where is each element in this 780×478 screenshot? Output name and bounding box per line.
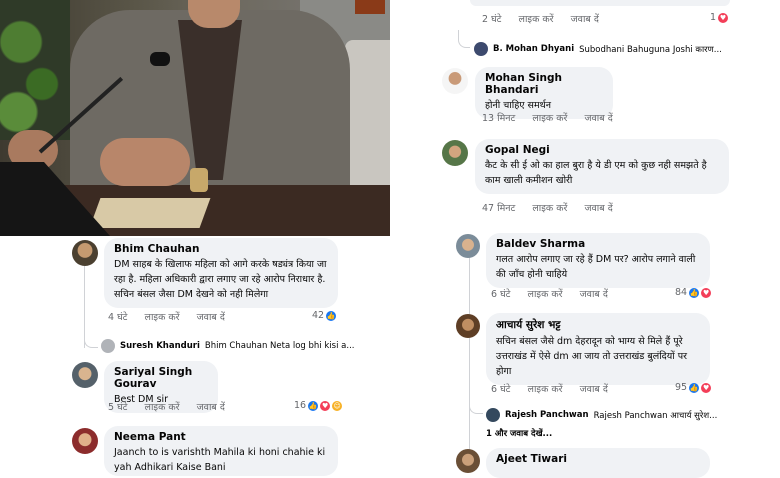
like-reaction-icon: 👍 bbox=[326, 310, 337, 321]
reply-text: Bhim Chauhan Neta log bhi kisi a... bbox=[204, 341, 355, 351]
like-link[interactable]: लाइक करें bbox=[532, 113, 567, 124]
love-reaction-icon: ♥ bbox=[320, 400, 331, 411]
comment-actions: 5 घंटे लाइक करें जवाब दें bbox=[108, 400, 239, 413]
comment-bubble: Bhim Chauhan DM साहब के खिलाफ महिला को आ… bbox=[104, 238, 338, 308]
comment-time: 6 घंटे bbox=[491, 289, 511, 300]
reply-preview[interactable]: B. Mohan Dhyani Subodhani Bahuguna Joshi… bbox=[474, 42, 722, 56]
reaction-count[interactable]: 95 👍 ♥ bbox=[675, 382, 712, 393]
avatar[interactable] bbox=[456, 449, 480, 473]
reply-link[interactable]: जवाब दें bbox=[580, 384, 608, 395]
reply-author[interactable]: Rajesh Panchwan bbox=[505, 410, 589, 420]
like-link[interactable]: लाइक करें bbox=[532, 203, 567, 214]
comment-author[interactable]: Gopal Negi bbox=[485, 144, 719, 156]
comment-actions: 6 घंटे लाइक करें जवाब दें bbox=[491, 382, 622, 395]
reply-preview[interactable]: Suresh Khanduri Bhim Chauhan Neta log bh… bbox=[101, 339, 354, 353]
avatar[interactable] bbox=[72, 240, 98, 266]
like-link[interactable]: लाइक करें bbox=[528, 384, 563, 395]
love-reaction-icon: ♥ bbox=[718, 12, 729, 23]
comment-bubble: आचार्य सुरेश भट्ट सचिन बंसल जैसे dm देहर… bbox=[486, 313, 710, 385]
post-photo[interactable] bbox=[0, 0, 390, 236]
comment-bubble: Neema Pant Jaanch to is varishth Mahila … bbox=[104, 426, 338, 476]
reaction-count[interactable]: 42 👍 bbox=[312, 310, 337, 321]
like-link[interactable]: लाइक करें bbox=[528, 289, 563, 300]
avatar[interactable] bbox=[442, 68, 468, 94]
comment-actions: 4 घंटे लाइक करें जवाब दें bbox=[108, 310, 239, 323]
comment-bubble: Baldev Sharma गलत आरोप लगाए जा रहे हैं D… bbox=[486, 233, 710, 288]
avatar[interactable] bbox=[72, 428, 98, 454]
comment-author[interactable]: Neema Pant bbox=[114, 431, 328, 443]
reply-link[interactable]: जवाब दें bbox=[584, 203, 612, 214]
comment-author[interactable]: Bhim Chauhan bbox=[114, 243, 328, 255]
comment-author[interactable]: Sariyal Singh Gourav bbox=[114, 366, 208, 390]
reply-link[interactable]: जवाब दें bbox=[571, 14, 599, 25]
comment-time: 6 घंटे bbox=[491, 384, 511, 395]
reply-link[interactable]: जवाब दें bbox=[197, 402, 225, 413]
comment-text: गलत आरोप लगाए जा रहे हैं DM पर? आरोप लगा… bbox=[496, 254, 696, 280]
reply-preview[interactable]: Rajesh Panchwan Rajesh Panchwan आचार्य स… bbox=[486, 408, 717, 422]
like-link[interactable]: लाइक करें bbox=[145, 402, 180, 413]
reply-text: Subodhani Bahuguna Joshi कारण... bbox=[579, 44, 722, 55]
like-link[interactable]: लाइक करें bbox=[519, 14, 554, 25]
love-reaction-icon: ♥ bbox=[701, 287, 712, 298]
reply-link[interactable]: जवाब दें bbox=[197, 312, 225, 323]
comment-actions: 47 मिनट लाइक करें जवाब दें bbox=[482, 201, 627, 214]
comment-text: सचिन बंसल जैसे dm देहरादून को भाग्य से म… bbox=[496, 336, 687, 377]
comment-bubble: Gopal Negi कैट के सी ई ओ का हाल बुरा है … bbox=[475, 139, 729, 194]
like-reaction-icon: 👍 bbox=[308, 400, 319, 411]
reply-text: Rajesh Panchwan आचार्य सुरेश... bbox=[593, 410, 718, 421]
avatar[interactable] bbox=[456, 234, 480, 258]
view-more-replies-link[interactable]: 1 और जवाब देखें... bbox=[486, 428, 552, 439]
reaction-count[interactable]: 1 ♥ bbox=[710, 12, 729, 23]
comment-time: 13 मिनट bbox=[482, 113, 516, 124]
avatar[interactable] bbox=[456, 314, 480, 338]
comment-actions: 6 घंटे लाइक करें जवाब दें bbox=[491, 287, 622, 300]
avatar bbox=[101, 339, 115, 353]
like-link[interactable]: लाइक करें bbox=[145, 312, 180, 323]
comment-text: Jaanch to is varishth Mahila ki honi cha… bbox=[114, 447, 326, 473]
reply-link[interactable]: जवाब दें bbox=[584, 113, 612, 124]
reply-author[interactable]: Suresh Khanduri bbox=[120, 341, 200, 351]
comment-bubble: Ajeet Tiwari bbox=[486, 448, 710, 478]
comment-actions: 13 मिनट लाइक करें जवाब दें bbox=[482, 111, 627, 124]
comment-time: 47 मिनट bbox=[482, 203, 516, 214]
reaction-count[interactable]: 84 👍 ♥ bbox=[675, 287, 712, 298]
comment-text: कैट के सी ई ओ का हाल बुरा है ये डी एम को… bbox=[485, 160, 707, 186]
comment-time: 2 घंटे bbox=[482, 14, 502, 25]
comment-author[interactable]: आचार्य सुरेश भट्ट bbox=[496, 318, 700, 332]
avatar[interactable] bbox=[72, 362, 98, 388]
like-reaction-icon: 👍 bbox=[689, 287, 700, 298]
comment-time: 4 घंटे bbox=[108, 312, 128, 323]
love-reaction-icon: ♥ bbox=[701, 382, 712, 393]
comment-time: 5 घंटे bbox=[108, 402, 128, 413]
comment-author[interactable]: Ajeet Tiwari bbox=[496, 453, 700, 465]
avatar[interactable] bbox=[442, 140, 468, 166]
avatar bbox=[486, 408, 500, 422]
reply-link[interactable]: जवाब दें bbox=[580, 289, 608, 300]
comment-text: DM साहब के खिलाफ महिला को आगे करके षड्यं… bbox=[114, 259, 327, 300]
reply-author[interactable]: B. Mohan Dhyani bbox=[493, 44, 574, 54]
haha-reaction-icon: ☺ bbox=[332, 400, 343, 411]
avatar bbox=[474, 42, 488, 56]
like-reaction-icon: 👍 bbox=[689, 382, 700, 393]
comment-actions: 2 घंटे लाइक करें जवाब दें bbox=[482, 12, 613, 25]
comment-author[interactable]: Baldev Sharma bbox=[496, 238, 700, 250]
comment-author[interactable]: Mohan Singh Bhandari bbox=[485, 72, 603, 96]
reaction-count[interactable]: 16 👍 ♥ ☺ bbox=[294, 400, 343, 411]
